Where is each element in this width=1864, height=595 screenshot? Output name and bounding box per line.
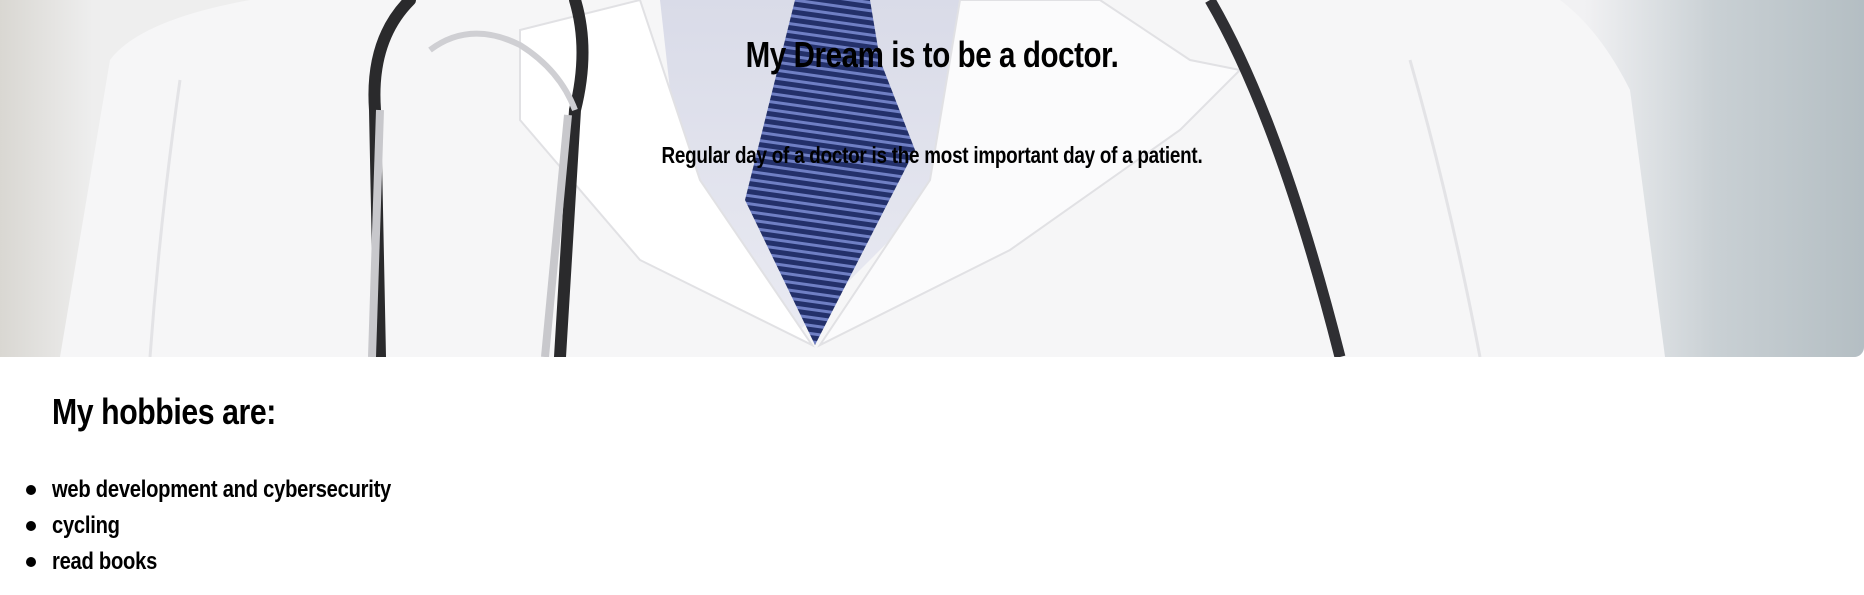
bullet-icon xyxy=(26,521,36,531)
hero-banner: My Dream is to be a doctor. Regular day … xyxy=(0,0,1864,357)
hobby-text: read books xyxy=(52,548,158,575)
page-title: My Dream is to be a doctor. xyxy=(745,34,1119,75)
hero-subtitle: Regular day of a doctor is the most impo… xyxy=(661,142,1203,168)
hobby-text: cycling xyxy=(52,512,120,539)
hobby-text: web development and cybersecurity xyxy=(52,476,392,503)
bullet-icon xyxy=(26,485,36,495)
hobbies-heading: My hobbies are: xyxy=(52,391,276,432)
bullet-icon xyxy=(26,557,36,567)
